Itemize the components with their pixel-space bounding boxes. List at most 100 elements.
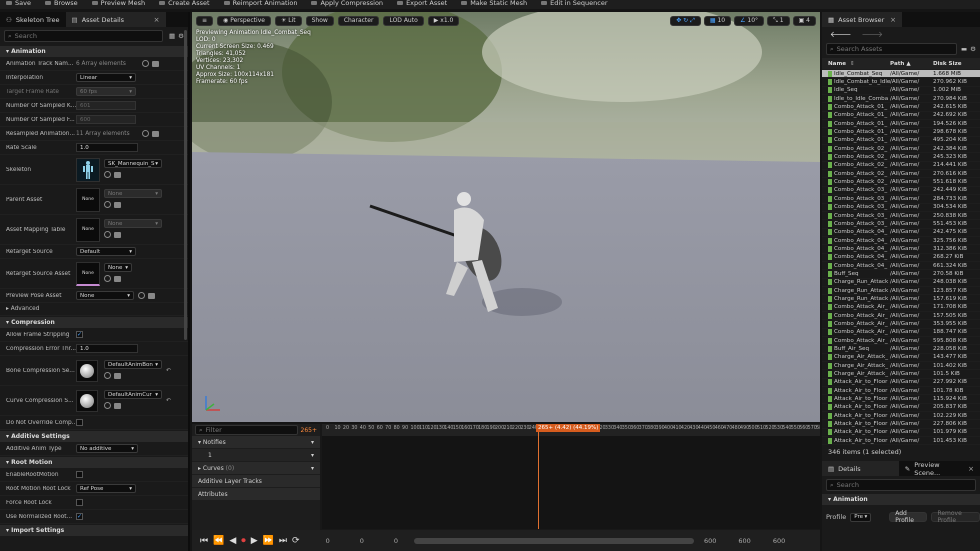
no-override-checkbox[interactable] bbox=[76, 419, 83, 426]
record-icon[interactable]: ⏺ bbox=[241, 536, 246, 546]
asset-row[interactable]: Charge_Air_Attack_/All/Game/101.402 KiB bbox=[822, 362, 980, 371]
category-root-motion[interactable]: ▾ Root Motion bbox=[0, 457, 188, 468]
timeline-scrollbar[interactable] bbox=[413, 537, 694, 544]
add-profile-button[interactable]: Add Profile bbox=[889, 510, 928, 524]
asset-row[interactable]: Idle_Combat_to_Idle/All/Game/270.962 KiB bbox=[822, 78, 980, 87]
scale-snap-button[interactable]: ⤡ 1 bbox=[767, 15, 790, 26]
asset-row[interactable]: Buff_Seq/All/Game/270.58 KiB bbox=[822, 270, 980, 279]
asset-row[interactable]: Combo_Attack_02_/All/Game/551.618 KiB bbox=[822, 178, 980, 187]
use-selected-icon[interactable] bbox=[138, 292, 145, 299]
asset-row[interactable]: Combo_Attack_03_/All/Game/284.733 KiB bbox=[822, 195, 980, 204]
browse-folder-icon[interactable] bbox=[114, 403, 121, 409]
asset-row[interactable]: Charge_Run_Attack/All/Game/248.038 KiB bbox=[822, 279, 980, 287]
asset-row[interactable]: Combo_Attack_02_/All/Game/242.384 KiB bbox=[822, 145, 980, 154]
asset-row[interactable]: Charge_Run_Attack/All/Game/123.857 KiB bbox=[822, 287, 980, 296]
asset-row[interactable]: Combo_Attack_04_/All/Game/268.27 KiB bbox=[822, 254, 980, 262]
asset-row[interactable]: Combo_Attack_04_/All/Game/661.324 KiB bbox=[822, 262, 980, 271]
category-animation[interactable]: ▾ Animation bbox=[0, 46, 188, 57]
asset-row[interactable]: Attack_Air_to_Floor/All/Game/205.837 KiB bbox=[822, 404, 980, 413]
track-notifies[interactable]: ▾ Notifies ▾ bbox=[192, 436, 320, 448]
step-back-icon[interactable]: ⏪ bbox=[213, 536, 224, 546]
interpolation-dropdown[interactable]: Linear ▾ bbox=[76, 73, 136, 82]
root-lock-dropdown[interactable]: Ref Pose ▾ bbox=[76, 484, 136, 493]
toolbar-item[interactable]: Edit in Sequencer bbox=[541, 0, 608, 6]
transform-tools[interactable]: ✥ ↻ ⤢ bbox=[670, 15, 701, 26]
use-normalized-checkbox[interactable]: ✓ bbox=[76, 513, 83, 520]
asset-mapping-thumbnail[interactable]: None bbox=[76, 217, 100, 242]
tab-preview-scene[interactable]: ✎ Preview Scene... × bbox=[899, 461, 980, 477]
preview-pose-dropdown[interactable]: None ▾ bbox=[76, 291, 134, 300]
asset-row[interactable]: Combo_Attack_04_/All/Game/312.386 KiB bbox=[822, 245, 980, 254]
column-disk-size[interactable]: Disk Size bbox=[930, 61, 976, 67]
use-selected-icon[interactable] bbox=[104, 231, 111, 238]
asset-row[interactable]: Combo_Attack_03_/All/Game/250.838 KiB bbox=[822, 212, 980, 221]
character-button[interactable]: Character bbox=[337, 15, 380, 26]
asset-row[interactable]: Combo_Attack_02_/All/Game/245.323 KiB bbox=[822, 153, 980, 162]
bone-compression-thumbnail[interactable] bbox=[76, 359, 98, 382]
timeline-tracks-area[interactable]: 0 10 20 30 40 50 60 70 80 90 100 110 120 130 140 150 160… bbox=[322, 424, 820, 529]
folder-icon[interactable]: ▬ bbox=[961, 45, 967, 53]
retarget-asset-thumbnail[interactable]: None bbox=[76, 261, 100, 286]
asset-row[interactable]: Combo_Attack_01_/All/Game/495.204 KiB bbox=[822, 137, 980, 146]
left-scrollbar[interactable] bbox=[184, 30, 187, 340]
asset-row[interactable]: Combo_Attack_Air_/All/Game/188.747 KiB bbox=[822, 329, 980, 337]
toolbar-item[interactable]: Create Asset bbox=[159, 0, 210, 6]
browse-folder-icon[interactable] bbox=[148, 292, 155, 299]
rate-scale-field[interactable]: 1.0 bbox=[76, 143, 138, 152]
force-root-lock-checkbox[interactable] bbox=[76, 499, 83, 506]
compression-error-field[interactable]: 1.0 bbox=[76, 344, 138, 353]
track-additive-layer[interactable]: Additive Layer Tracks bbox=[192, 475, 320, 487]
trash-icon[interactable] bbox=[152, 60, 159, 67]
asset-row[interactable]: Combo_Attack_Air_/All/Game/595.808 KiB bbox=[822, 337, 980, 346]
perspective-button[interactable]: ◉ Perspective bbox=[217, 15, 271, 26]
asset-row[interactable]: Attack_Air_to_Floor/All/Game/101.979 KiB bbox=[822, 429, 980, 438]
play-reverse-icon[interactable]: ◀ bbox=[229, 536, 236, 546]
asset-row[interactable]: Idle_Seq/All/Game/1.002 MiB bbox=[822, 87, 980, 96]
track-curves[interactable]: ▸ Curves (0) ▾ bbox=[192, 462, 320, 474]
browse-folder-icon[interactable] bbox=[114, 172, 121, 178]
track-attributes[interactable]: Attributes bbox=[192, 488, 320, 500]
use-selected-icon[interactable] bbox=[104, 171, 111, 178]
details-search-input[interactable]: ⌕ Search bbox=[826, 479, 976, 492]
asset-row[interactable]: Combo_Attack_01_/All/Game/242.692 KiB bbox=[822, 112, 980, 121]
toolbar-item[interactable]: Make Static Mesh bbox=[461, 0, 527, 6]
asset-row[interactable]: Attack_Air_to_Floor/All/Game/101.78 KiB bbox=[822, 387, 980, 396]
asset-row[interactable]: Combo_Attack_01_/All/Game/194.526 KiB bbox=[822, 120, 980, 129]
retarget-source-dropdown[interactable]: Default ▾ bbox=[76, 247, 136, 256]
view-start-value[interactable]: 0 bbox=[360, 537, 364, 545]
settings-icon[interactable]: ⚙ bbox=[970, 45, 976, 53]
back-arrow-icon[interactable]: 🡐 bbox=[830, 29, 851, 39]
toolbar-item[interactable]: Browse bbox=[44, 0, 78, 6]
rotation-snap-button[interactable]: ∠ 10° bbox=[734, 15, 765, 26]
toolbar-item[interactable]: Reimport Animation bbox=[223, 0, 297, 6]
grid-snap-button[interactable]: ▦ 10 bbox=[703, 15, 732, 26]
timeline-filter-input[interactable]: ⌕ Filter bbox=[195, 425, 298, 435]
bone-compression-dropdown[interactable]: DefaultAnimBon ▾ bbox=[104, 360, 162, 369]
camera-speed-button[interactable]: ▣ 4 bbox=[792, 15, 816, 26]
category-additive[interactable]: ▾ Additive Settings bbox=[0, 431, 188, 442]
asset-row[interactable]: Idle_to_Idle_Comba/All/Game/270.984 KiB bbox=[822, 95, 980, 104]
asset-row[interactable]: Combo_Attack_03_/All/Game/551.453 KiB bbox=[822, 220, 980, 229]
enable-root-motion-checkbox[interactable] bbox=[76, 471, 83, 478]
toolbar-item[interactable]: Export Asset bbox=[397, 0, 447, 6]
asset-row[interactable]: Combo_Attack_04_/All/Game/242.475 KiB bbox=[822, 229, 980, 237]
additive-type-dropdown[interactable]: No additive ▾ bbox=[76, 444, 138, 453]
toolbar-item[interactable]: Apply Compression bbox=[311, 0, 383, 6]
asset-row[interactable]: Combo_Attack_02_/All/Game/270.616 KiB bbox=[822, 170, 980, 179]
skip-start-icon[interactable]: ⏮ bbox=[200, 536, 208, 546]
close-icon[interactable]: × bbox=[890, 16, 896, 24]
category-import[interactable]: ▾ Import Settings bbox=[0, 525, 188, 536]
asset-row[interactable]: Attack_Air_to_Floor/All/Game/102.229 KiB bbox=[822, 412, 980, 421]
play-icon[interactable]: ▶ bbox=[251, 536, 258, 546]
asset-row[interactable]: Buff_Air_Seq/All/Game/228.058 KiB bbox=[822, 345, 980, 354]
toolbar-item[interactable]: Preview Mesh bbox=[91, 0, 145, 6]
row-advanced[interactable]: ▸ Advanced bbox=[0, 303, 188, 316]
browse-folder-icon[interactable] bbox=[114, 202, 121, 208]
loop-icon[interactable]: ⟳ bbox=[292, 536, 300, 546]
asset-row[interactable]: Combo_Attack_04_/All/Game/325.756 KiB bbox=[822, 237, 980, 246]
asset-row[interactable]: Attack_Air_to_Floor/All/Game/227.992 KiB bbox=[822, 379, 980, 388]
asset-mapping-dropdown[interactable]: None ▾ bbox=[104, 219, 162, 228]
working-end-value[interactable]: 600 bbox=[704, 537, 716, 545]
tab-skeleton-tree[interactable]: ⚇ Skeleton Tree bbox=[0, 12, 66, 27]
show-button[interactable]: Show bbox=[305, 15, 334, 26]
